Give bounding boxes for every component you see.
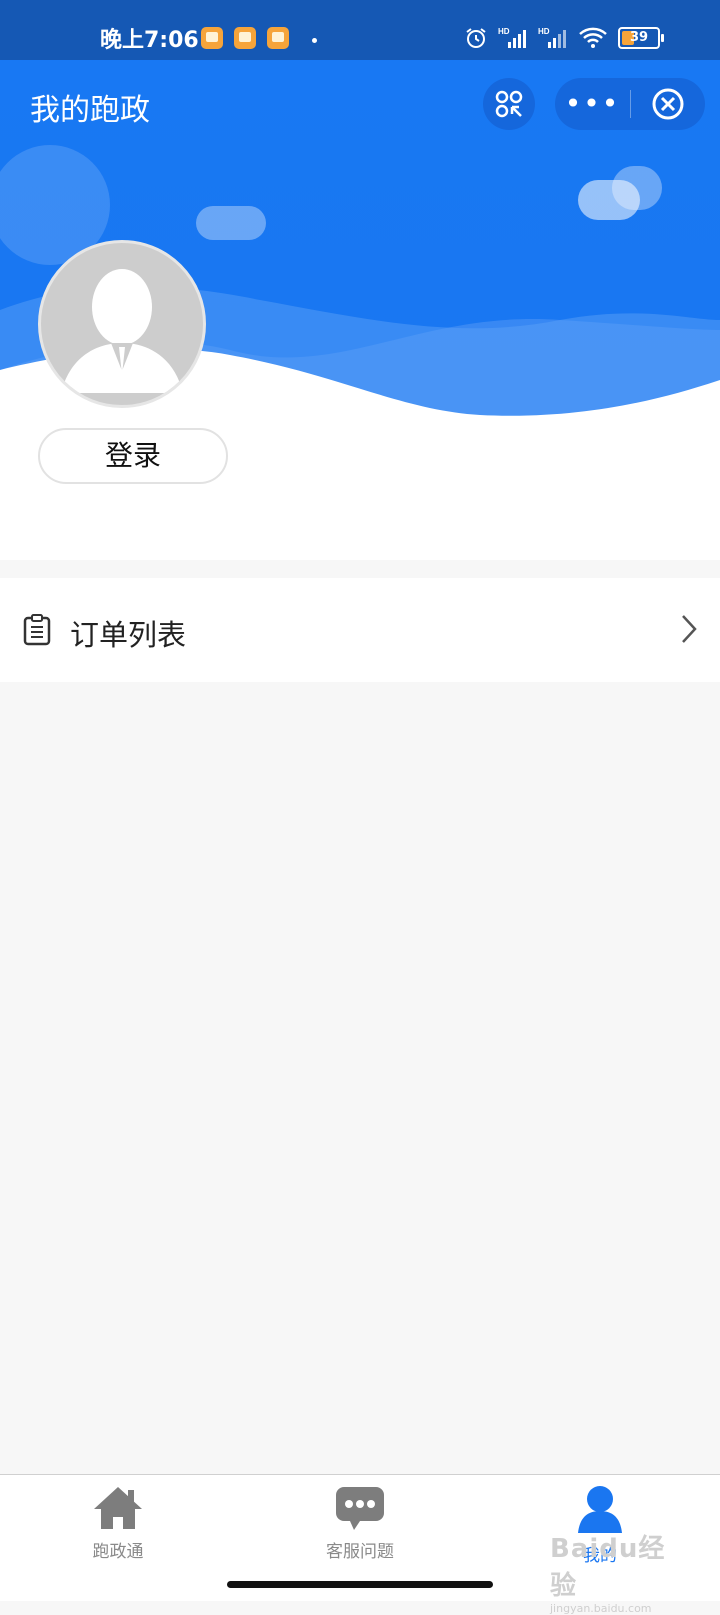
page-title: 我的跑政 xyxy=(30,93,150,128)
mini-program-capsule: ••• xyxy=(555,78,705,130)
alarm-icon xyxy=(466,28,486,48)
battery-icon: 39 xyxy=(618,27,664,49)
status-time: 晚上7:06 xyxy=(100,28,199,53)
signal-icon: HD xyxy=(538,27,566,48)
notification-icon xyxy=(201,27,223,49)
scan-button[interactable] xyxy=(483,78,535,130)
clipboard-icon xyxy=(23,614,51,646)
default-avatar-icon xyxy=(61,269,183,393)
status-bar: 晚上7:06 HD HD 39 xyxy=(0,0,720,60)
cloud-decor xyxy=(612,166,662,210)
notification-icon xyxy=(234,27,256,49)
svg-text:HD: HD xyxy=(498,27,510,36)
close-button[interactable] xyxy=(631,87,705,121)
tab-service[interactable]: 客服问题 xyxy=(290,1485,430,1562)
signal-icon: HD xyxy=(498,27,526,48)
login-button[interactable]: 登录 xyxy=(38,428,228,484)
tab-label: 跑政通 xyxy=(92,1542,144,1562)
status-icons: HD HD 39 xyxy=(464,26,664,50)
watermark-subtext: jingyan.baidu.com xyxy=(550,1602,652,1615)
home-icon xyxy=(94,1487,142,1529)
tab-label: 客服问题 xyxy=(326,1542,394,1562)
cloud-decor xyxy=(196,206,266,240)
more-button[interactable]: ••• xyxy=(555,78,630,130)
menu-item-order-list[interactable]: 订单列表 xyxy=(0,578,720,682)
watermark-text: Baidu经验 xyxy=(550,1534,666,1601)
tab-home[interactable]: 跑政通 xyxy=(48,1485,188,1562)
home-indicator[interactable] xyxy=(227,1581,493,1588)
watermark: Baidu经验 jingyan.baidu.com xyxy=(550,1528,690,1615)
notification-dot-icon xyxy=(312,38,317,43)
avatar[interactable] xyxy=(38,240,206,408)
scan-icon xyxy=(495,90,523,118)
chevron-right-icon xyxy=(682,615,697,643)
close-circle-icon xyxy=(652,88,684,120)
chat-icon xyxy=(336,1487,384,1530)
svg-text:HD: HD xyxy=(538,27,550,36)
notification-icon xyxy=(267,27,289,49)
menu-item-label: 订单列表 xyxy=(70,618,187,652)
wifi-icon xyxy=(579,27,607,48)
